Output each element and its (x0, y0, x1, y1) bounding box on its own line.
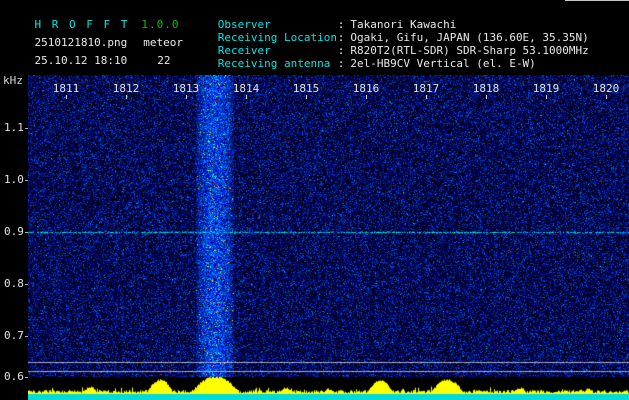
y-axis-label: 0.6 (4, 370, 24, 383)
station-info-panel: Observer: Takanori Kawachi Receiving Loca… (178, 5, 589, 70)
y-axis-label: 1.0 (4, 173, 24, 186)
top-right-line (565, 0, 629, 1)
info-value: 2el-HB9CV Vertical (el. E-W) (350, 57, 536, 70)
info-value: Takanori Kawachi (350, 18, 457, 31)
info-label: Receiver (217, 44, 271, 57)
info-separator: : (337, 57, 345, 70)
info-label: Receiving Location (217, 31, 337, 44)
echo-count: 22 (157, 54, 171, 67)
info-separator: : (337, 18, 345, 31)
y-axis-label: 0.7 (4, 329, 24, 342)
spectrogram-canvas (28, 75, 629, 400)
info-value: R820T2(RTL-SDR) SDR-Sharp 53.1000MHz (350, 44, 589, 57)
datetime-label: 25.10.12 18:10 (34, 54, 128, 67)
info-label: Observer (217, 18, 271, 31)
y-axis-label: 0.8 (4, 277, 24, 290)
hrofft-screenshot: H R O F F T 1.0.0 2510121810.png meteor 25… (0, 0, 629, 400)
info-separator: : (337, 31, 345, 44)
info-separator: : (337, 44, 345, 57)
y-axis-label: 0.9 (4, 225, 24, 238)
info-label: Receiving antenna (217, 57, 331, 70)
info-value: Ogaki, Gifu, JAPAN (136.60E, 35.35N) (350, 31, 589, 44)
info-row-observer: Observer: Takanori Kawachi (178, 5, 589, 31)
y-axis-label: 1.1 (4, 121, 24, 134)
